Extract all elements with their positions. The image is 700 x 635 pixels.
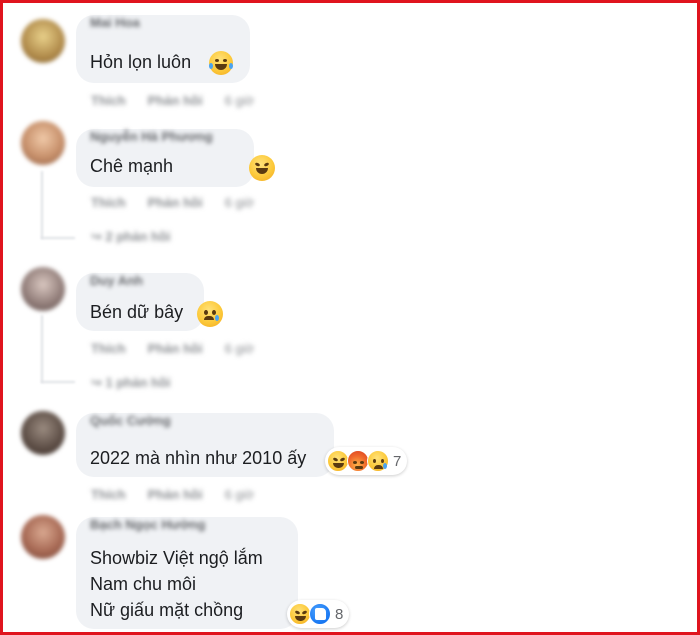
comment-bubble: Duy Anh Bén dữ bây (76, 273, 204, 331)
timestamp[interactable]: 6 giờ (225, 341, 255, 356)
like-link[interactable]: Thích (91, 195, 126, 210)
comment-text: Chê mạnh (90, 156, 174, 176)
sad-reaction-icon (367, 450, 389, 472)
comment-text: Nữ giấu mặt chồng (90, 600, 244, 620)
angry-reaction-icon (347, 450, 369, 472)
like-link[interactable]: Thích (91, 93, 126, 108)
reaction-count: 7 (393, 452, 402, 470)
comment-author[interactable]: Nguyễn Hà Phương (90, 129, 213, 144)
thread-line (41, 315, 43, 383)
reaction-summary[interactable]: 7 (325, 447, 408, 475)
like-reaction-icon (309, 603, 331, 625)
reaction-summary[interactable]: 8 (287, 600, 350, 628)
haha-reaction-icon (327, 450, 349, 472)
reply-link[interactable]: Phản hồi (148, 195, 203, 210)
laughing-tears-emoji-icon (209, 51, 233, 75)
comment-actions: Thích Phản hồi 6 giờ (91, 487, 254, 502)
comment-text: Showbiz Việt ngộ lắm (90, 548, 263, 568)
avatar[interactable] (21, 19, 65, 63)
timestamp[interactable]: 6 giờ (225, 487, 255, 502)
comment-text: Nam chu môi (90, 574, 197, 594)
avatar[interactable] (21, 267, 65, 311)
avatar[interactable] (21, 121, 65, 165)
thread-line (41, 171, 43, 239)
comment-text: 2022 mà nhìn như 2010 ấy (90, 448, 307, 468)
comment-bubble: Quốc Cường 2022 mà nhìn như 2010 ấy (76, 413, 334, 477)
comment-author[interactable]: Bạch Ngọc Hường (90, 517, 205, 532)
timestamp[interactable]: 6 giờ (225, 195, 255, 210)
thread-line (41, 381, 75, 383)
comment-author[interactable]: Duy Anh (90, 273, 143, 288)
like-link[interactable]: Thích (91, 487, 126, 502)
sad-tear-emoji-icon (197, 301, 223, 327)
comment-author[interactable]: Quốc Cường (90, 413, 171, 428)
avatar[interactable] (21, 411, 65, 455)
comment-text: Hỏn lọn luôn (90, 52, 192, 72)
view-replies-link[interactable]: ↪ 1 phản hồi (91, 375, 171, 391)
comment-actions: Thích Phản hồi 6 giờ (91, 93, 254, 108)
thread-line (41, 237, 75, 239)
comment-bubble: Bạch Ngọc Hường Showbiz Việt ngộ lắm Nam… (76, 517, 298, 629)
reply-link[interactable]: Phản hồi (148, 93, 203, 108)
comment-bubble: Mai Hoa Hỏn lọn luôn (76, 15, 250, 83)
comment-actions: Thích Phản hồi 6 giờ (91, 341, 254, 356)
like-link[interactable]: Thích (91, 341, 126, 356)
haha-reaction-icon (289, 603, 311, 625)
comment-author[interactable]: Mai Hoa (90, 15, 140, 30)
squinting-laugh-emoji-icon (249, 155, 275, 181)
comments-panel: Mai Hoa Hỏn lọn luôn Thích Phản hồi 6 gi… (0, 0, 700, 635)
view-replies-link[interactable]: ↪ 2 phản hồi (91, 229, 171, 245)
reply-link[interactable]: Phản hồi (148, 487, 203, 502)
reaction-count: 8 (335, 605, 344, 623)
timestamp[interactable]: 6 giờ (225, 93, 255, 108)
reply-link[interactable]: Phản hồi (148, 341, 203, 356)
avatar[interactable] (21, 515, 65, 559)
comment-text: Bén dữ bây (90, 302, 184, 322)
comment-actions: Thích Phản hồi 6 giờ (91, 195, 254, 210)
comment-bubble: Nguyễn Hà Phương Chê mạnh (76, 129, 254, 187)
